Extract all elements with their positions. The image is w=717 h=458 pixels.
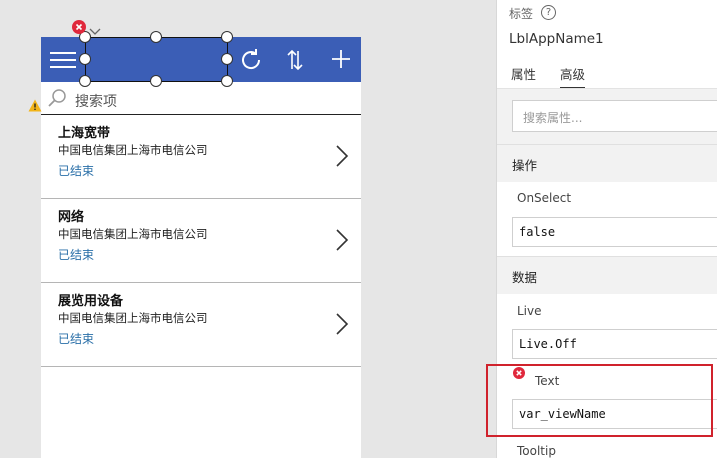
property-search-area: 搜索属性... (497, 89, 717, 144)
section-header-data: 数据 (497, 256, 717, 294)
help-icon[interactable]: ? (541, 5, 556, 20)
add-icon[interactable] (329, 47, 353, 71)
chevron-down-icon[interactable] (89, 21, 101, 35)
item-title: 展览用设备 (58, 294, 124, 309)
sort-icon[interactable] (286, 47, 304, 73)
search-icon (47, 88, 67, 108)
resize-handle[interactable] (79, 53, 91, 65)
control-type-label: 标签 (509, 7, 534, 21)
property-search-input[interactable]: 搜索属性... (512, 100, 717, 132)
resize-handle[interactable] (150, 31, 162, 43)
onselect-formula-input[interactable]: false (512, 217, 717, 247)
section-title: 操作 (512, 158, 538, 173)
resize-handle[interactable] (221, 75, 233, 87)
item-status: 已结束 (58, 164, 95, 178)
section-title: 数据 (512, 270, 538, 285)
tab-advanced[interactable]: 高级 (560, 64, 586, 89)
error-icon[interactable] (72, 20, 86, 34)
resize-handle[interactable] (221, 31, 233, 43)
item-title: 上海宽带 (58, 126, 111, 141)
resize-handle[interactable] (79, 75, 91, 87)
item-subtitle: 中国电信集团上海市电信公司 (58, 227, 208, 241)
property-name-live: Live (517, 304, 542, 318)
chevron-right-icon[interactable] (335, 144, 349, 168)
refresh-icon[interactable] (237, 46, 265, 74)
control-name[interactable]: LblAppName1 (509, 31, 604, 47)
error-highlight-box (486, 364, 713, 437)
live-formula-input[interactable]: Live.Off (512, 329, 717, 359)
item-subtitle: 中国电信集团上海市电信公司 (58, 311, 208, 325)
item-status: 已结束 (58, 332, 95, 346)
item-subtitle: 中国电信集团上海市电信公司 (58, 143, 208, 157)
gallery-item[interactable]: 上海宽带 中国电信集团上海市电信公司 已结束 (41, 116, 361, 199)
chevron-right-icon[interactable] (335, 228, 349, 252)
search-input[interactable]: 搜索项 (75, 91, 117, 111)
gallery-item[interactable]: 展览用设备 中国电信集团上海市电信公司 已结束 (41, 284, 361, 367)
item-status: 已结束 (58, 248, 95, 262)
resize-handle[interactable] (221, 53, 233, 65)
property-name-onselect: OnSelect (517, 191, 572, 205)
item-title: 网络 (58, 210, 85, 225)
section-header-actions: 操作 (497, 144, 717, 182)
app-preview-canvas: 搜索项 上海宽带 中国电信集团上海市电信公司 已结束 网络 中国电信集团上海市电… (41, 37, 361, 458)
search-row: 搜索项 (41, 82, 361, 115)
tab-properties[interactable]: 属性 (511, 64, 536, 87)
chevron-right-icon[interactable] (335, 312, 349, 336)
gallery-item[interactable]: 网络 中国电信集团上海市电信公司 已结束 (41, 200, 361, 283)
hamburger-menu-icon[interactable] (50, 49, 76, 69)
property-name-tooltip: Tooltip (517, 444, 556, 458)
resize-handle[interactable] (150, 75, 162, 87)
warning-icon[interactable] (28, 97, 42, 112)
